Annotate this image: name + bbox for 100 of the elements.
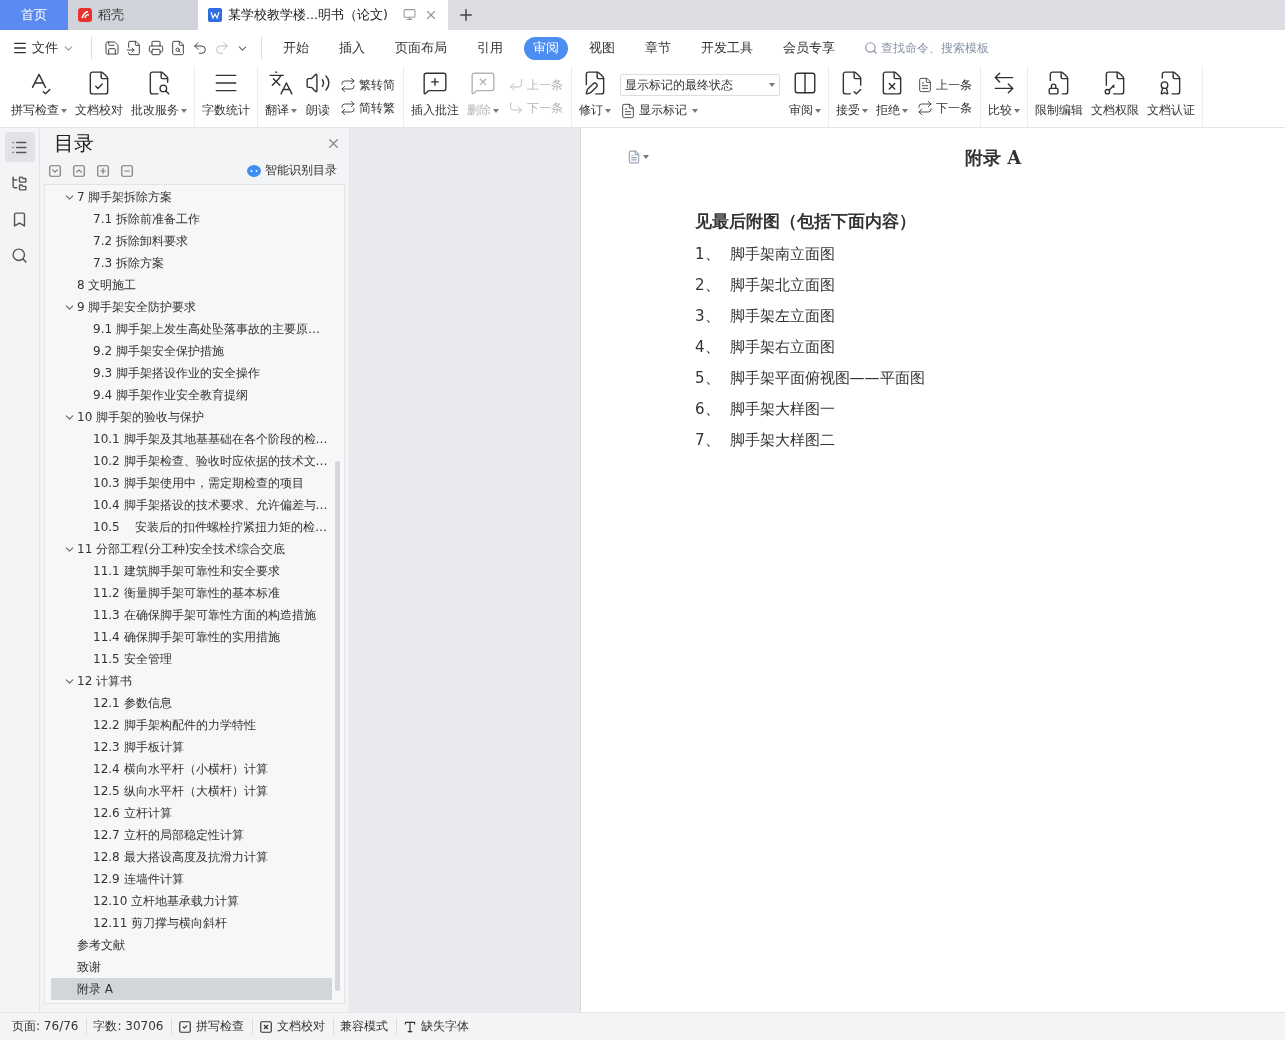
monitor-icon[interactable] (403, 8, 416, 21)
ribbon-button[interactable]: 简转繁 (340, 99, 395, 117)
toc-item[interactable]: 12.10 立杆地基承载力计算 (51, 890, 332, 912)
proof-icon (259, 1019, 274, 1034)
comment-delete-icon (470, 70, 496, 96)
toc-item[interactable]: 12.9 连墙件计算 (51, 868, 332, 890)
toc-item[interactable]: 10.1 脚手架及其地基基础在各个阶段的检… (51, 428, 332, 450)
panel-title: 目录 (54, 130, 94, 157)
panels-icon (792, 70, 818, 96)
page-menu-icon[interactable] (627, 150, 649, 164)
close-icon[interactable] (424, 8, 438, 22)
undo-icon[interactable] (192, 40, 208, 56)
print-preview-icon[interactable] (170, 40, 186, 56)
toc-item[interactable]: 8 文明施工 (51, 274, 332, 296)
ribbon-button[interactable]: 字数统计 (199, 66, 253, 127)
list-text: 脚手架平面俯视图——平面图 (729, 369, 925, 388)
status-button[interactable]: 文档校对 (253, 1018, 335, 1035)
status-text: 页面: 76/76 (6, 1018, 88, 1035)
toc-item[interactable]: 参考文献 (51, 934, 332, 956)
remove-icon[interactable] (120, 163, 134, 178)
ribbon-button[interactable]: 接受 (833, 66, 871, 127)
ribbon-tab[interactable]: 开发工具 (692, 36, 762, 60)
ribbon-button[interactable]: 批改服务 (128, 66, 190, 127)
save-icon[interactable] (104, 40, 120, 56)
toc-item[interactable]: 12.5 纵向水平杆（大横杆）计算 (51, 780, 332, 802)
ribbon-button[interactable]: 翻译 (262, 66, 300, 127)
document-tab[interactable]: 稻壳 (68, 0, 198, 30)
toc-item[interactable]: 12.11 剪刀撑与横向斜杆 (51, 912, 332, 934)
smart-toc-button[interactable]: 智能识别目录 (241, 161, 343, 180)
ribbon-tab[interactable]: 章节 (636, 36, 680, 60)
print-icon[interactable] (148, 40, 164, 56)
contents-button[interactable] (4, 132, 35, 162)
caret-icon (61, 108, 67, 113)
ribbon-tab[interactable]: 插入 (330, 36, 374, 60)
ribbon-button[interactable]: 朗读 (302, 66, 334, 127)
toc-item[interactable]: 9 脚手架安全防护要求 (51, 296, 332, 318)
ribbon-button[interactable]: 繁转简 (340, 76, 395, 94)
toc-item[interactable]: 12.6 立杆计算 (51, 802, 332, 824)
toc-item[interactable]: 12.4 横向水平杆（小横杆）计算 (51, 758, 332, 780)
toc-item[interactable]: 附录 A (51, 978, 332, 1000)
display-mode-select[interactable]: 显示标记的最终状态 (620, 74, 780, 96)
ribbon-button[interactable]: 修订 (576, 66, 614, 127)
document-tab[interactable]: 某学校教学楼...明书（论文) (198, 0, 448, 30)
ribbon-tab[interactable]: 会员专享 (774, 36, 844, 60)
arrow-left-icon (508, 77, 524, 93)
toc-item[interactable]: 12.8 最大搭设高度及抗滑力计算 (51, 846, 332, 868)
ribbon-button[interactable]: 限制编辑 (1032, 66, 1086, 127)
toc-item[interactable]: 7.1 拆除前准备工作 (51, 208, 332, 230)
ribbon-button[interactable]: 审阅 (786, 66, 824, 127)
ribbon-button[interactable]: 文档权限 (1088, 66, 1142, 127)
status-button[interactable]: 拼写检查 (172, 1018, 254, 1035)
ribbon-button[interactable]: 上一条 (917, 76, 972, 94)
toc-item[interactable]: 11.4 确保脚手架可靠性的实用措施 (51, 626, 332, 648)
toc-item[interactable]: 12.2 脚手架构配件的力学特性 (51, 714, 332, 736)
ribbon-button[interactable]: 拼写检查 (8, 66, 70, 127)
scrollbar[interactable] (335, 461, 340, 991)
toc-item[interactable]: 10.4 脚手架搭设的技术要求、允许偏差与… (51, 494, 332, 516)
add-icon[interactable] (96, 163, 110, 178)
toc-item[interactable]: 12.7 立杆的局部稳定性计算 (51, 824, 332, 846)
ribbon-button[interactable]: 显示标记 (620, 102, 780, 119)
toc-item[interactable]: 9.1 脚手架上发生高处坠落事故的主要原… (51, 318, 332, 340)
toc-item[interactable]: 7 脚手架拆除方案 (51, 186, 332, 208)
ribbon-button[interactable]: 文档认证 (1144, 66, 1198, 127)
toc-item[interactable]: 10.3 脚手架使用中，需定期检查的项目 (51, 472, 332, 494)
toc-item[interactable]: 10.5 安装后的扣件螺栓拧紧扭力矩的检… (51, 516, 332, 538)
list-number: 6、 (695, 400, 720, 419)
toc-item[interactable]: 11.2 衡量脚手架可靠性的基本标准 (51, 582, 332, 604)
convert-icon (917, 100, 933, 116)
toc-item[interactable]: 11.3 在确保脚手架可靠性方面的构造措施 (51, 604, 332, 626)
toc-item[interactable]: 9.3 脚手架搭设作业的安全操作 (51, 362, 332, 384)
ribbon-tab[interactable]: 视图 (580, 36, 624, 60)
toc-item[interactable]: 12 计算书 (51, 670, 332, 692)
toc-item[interactable]: 11.5 安全管理 (51, 648, 332, 670)
ribbon-button[interactable]: 插入批注 (408, 66, 462, 127)
toc-item[interactable]: 11 分部工程(分工种)安全技术综合交底 (51, 538, 332, 560)
toc-item[interactable]: 7.3 拆除方案 (51, 252, 332, 274)
export-icon[interactable] (126, 40, 142, 56)
expand-icon[interactable] (48, 163, 62, 178)
ribbon-tab[interactable]: 引用 (468, 36, 512, 60)
ribbon-button[interactable]: 比较 (985, 66, 1023, 127)
status-button[interactable]: 缺失字体 (397, 1018, 478, 1035)
ribbon-tab[interactable]: 页面布局 (386, 36, 456, 60)
toc-item[interactable]: 12.3 脚手板计算 (51, 736, 332, 758)
toc-item[interactable]: 9.4 脚手架作业安全教育提纲 (51, 384, 332, 406)
toc-item[interactable]: 12.1 参数信息 (51, 692, 332, 714)
toc-item[interactable]: 9.2 脚手架安全保护措施 (51, 340, 332, 362)
checkbox-icon (178, 1019, 193, 1034)
ribbon-button[interactable]: 拒绝 (873, 66, 911, 127)
ribbon-button[interactable]: 下一条 (917, 99, 972, 117)
ribbon-tab[interactable]: 开始 (274, 36, 318, 60)
collapse-icon[interactable] (72, 163, 86, 178)
toc-item[interactable]: 致谢 (51, 956, 332, 978)
ribbon-button[interactable]: 文档校对 (72, 66, 126, 127)
toc-item[interactable]: 7.2 拆除卸料要求 (51, 230, 332, 252)
close-icon[interactable] (326, 136, 341, 151)
file-menu[interactable]: 文件 (8, 37, 79, 59)
toc-item[interactable]: 11.1 建筑脚手架可靠性和安全要求 (51, 560, 332, 582)
toc-item[interactable]: 10.2 脚手架检查、验收时应依据的技术文… (51, 450, 332, 472)
toc-item[interactable]: 10 脚手架的验收与保护 (51, 406, 332, 428)
convert-icon (340, 100, 356, 116)
